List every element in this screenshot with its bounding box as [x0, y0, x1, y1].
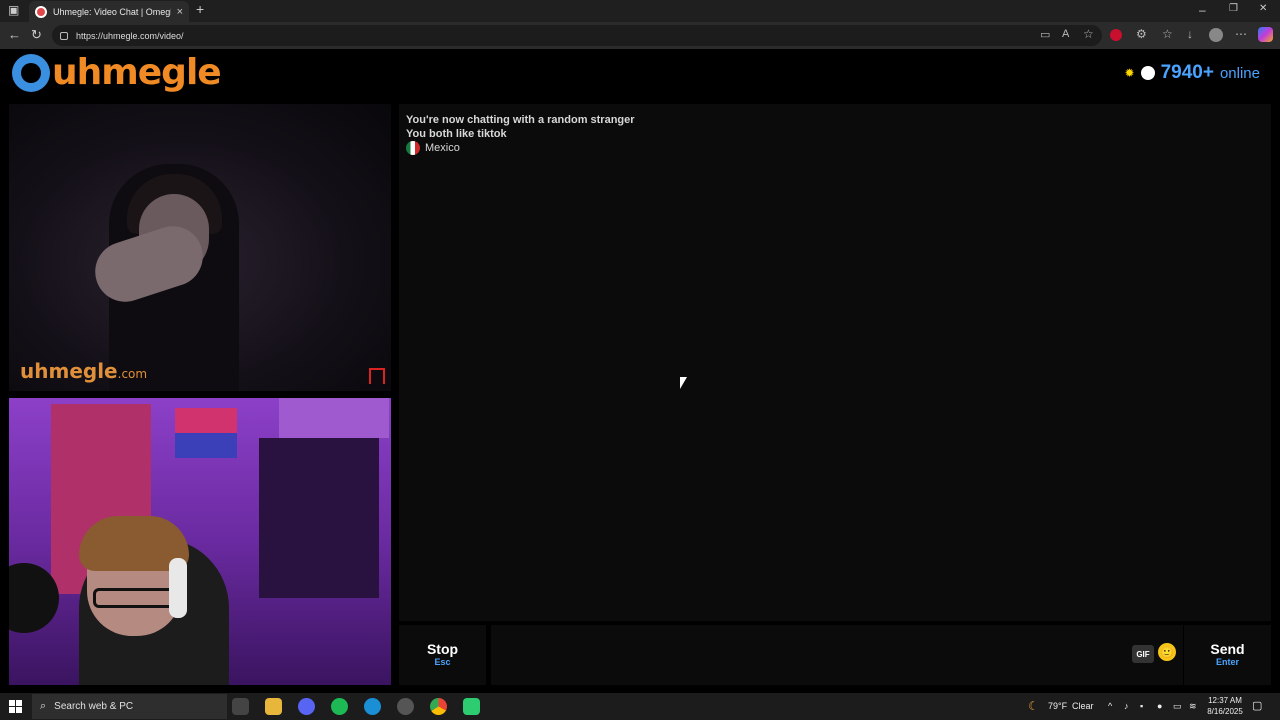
theme-toggle[interactable] [1140, 66, 1155, 80]
stop-button[interactable]: Stop Esc [399, 625, 486, 685]
copilot-icon[interactable] [1258, 27, 1273, 42]
background-poster [175, 408, 237, 458]
clock-date: 8/16/2025 [1207, 707, 1243, 716]
logo-text: uhmegle [52, 52, 222, 93]
file-explorer-icon[interactable] [265, 698, 282, 715]
online-label: online [1219, 64, 1260, 82]
chat-controls: Stop Esc GIF 🙂 Send Enter [399, 625, 1271, 685]
site-logo[interactable]: uhmegle [12, 52, 222, 93]
logo-mark-icon [12, 53, 50, 92]
send-label: Send [1210, 641, 1245, 657]
tab-actions-icon[interactable]: ▣ [8, 3, 19, 17]
report-flag-icon[interactable] [369, 368, 385, 384]
tab-close-icon[interactable]: × [177, 6, 183, 18]
browser-tab-bar: ▣ Uhmegle: Video Chat | Omegle × + – ❐ ✕ [0, 0, 1280, 22]
self-headset [169, 558, 187, 618]
taskbar-clock[interactable]: 12:37 AM 8/16/2025 [1200, 695, 1250, 717]
self-video [9, 398, 391, 685]
background-clothes-rack [259, 438, 379, 598]
browser-tab[interactable]: Uhmegle: Video Chat | Omegle × [29, 1, 189, 22]
downloads-icon[interactable]: ↓ [1187, 27, 1193, 41]
notifications-icon[interactable]: ▢ [1252, 699, 1262, 712]
search-icon: ⌕ [40, 700, 47, 712]
stop-label: Stop [426, 641, 459, 657]
back-icon[interactable]: ← [8, 27, 21, 42]
more-menu-icon[interactable]: ⋯ [1235, 27, 1247, 41]
send-shortcut: Enter [1215, 657, 1239, 667]
country-name: Mexico [425, 142, 460, 154]
refresh-icon[interactable]: ↻ [31, 27, 42, 43]
url-text: https://uhmegle.com/video/ [76, 30, 184, 41]
tray-chevron-icon[interactable]: ^ [1108, 701, 1112, 711]
stranger-country: Mexico [406, 141, 1264, 155]
message-input[interactable] [491, 625, 1183, 685]
chat-log[interactable]: You're now chatting with a random strang… [399, 104, 1271, 621]
app-icon[interactable] [463, 698, 480, 715]
online-count: 7940+ [1160, 62, 1214, 83]
extensions-icon[interactable]: ⚙ [1136, 27, 1147, 41]
gif-button[interactable]: GIF [1132, 645, 1154, 663]
start-button[interactable] [9, 700, 22, 713]
restore-button[interactable]: ❐ [1229, 3, 1238, 14]
spotify-icon[interactable] [331, 698, 348, 715]
address-bar-row: ← ↻ https://uhmegle.com/video/ ▭ A ☆ ⚙ ☆… [0, 22, 1280, 49]
url-field[interactable]: https://uhmegle.com/video/ [52, 25, 1102, 46]
steam-icon[interactable] [397, 698, 414, 715]
moon-icon: ☾ [1028, 699, 1039, 713]
online-indicator: ✹ 7940+ online [1125, 62, 1260, 84]
system-message: You both like tiktok [406, 128, 507, 140]
watermark-suffix: .com [117, 367, 148, 381]
stranger-video: uhmegle.com [9, 104, 391, 391]
read-aloud-icon[interactable]: A [1062, 28, 1069, 40]
volume-icon[interactable]: ♪ [1124, 701, 1129, 711]
self-glasses [93, 588, 175, 608]
background-shelf [279, 398, 389, 438]
mexico-flag-icon [406, 141, 420, 155]
profile-avatar-icon[interactable] [1209, 28, 1223, 42]
weather-temp[interactable]: 79°F [1048, 701, 1067, 711]
mouse-cursor-icon [680, 377, 687, 389]
taskbar-search[interactable]: ⌕ Search web & PC [32, 694, 227, 719]
tray-app-icon[interactable]: ▪ [1140, 701, 1143, 711]
tab-favicon-icon [35, 5, 47, 18]
wifi-icon[interactable]: ≋ [1189, 701, 1197, 712]
media-icon[interactable]: ▭ [1040, 28, 1050, 41]
lock-icon [60, 31, 68, 40]
new-tab-button[interactable]: + [196, 1, 204, 17]
discord-icon[interactable] [298, 698, 315, 715]
favorite-star-icon[interactable]: ☆ [1083, 27, 1094, 41]
display-icon[interactable]: ▭ [1173, 701, 1182, 712]
adblock-icon[interactable] [1110, 29, 1122, 41]
edge-icon[interactable] [364, 698, 381, 715]
video-watermark: uhmegle.com [20, 359, 147, 383]
task-view-icon[interactable] [232, 698, 249, 715]
site-header: uhmegle ✹ 7940+ online [0, 49, 1280, 102]
emoji-button[interactable]: 🙂 [1158, 643, 1176, 661]
minimize-button[interactable]: – [1199, 3, 1206, 17]
clock-time: 12:37 AM [1208, 696, 1242, 705]
weather-desc[interactable]: Clear [1072, 701, 1094, 711]
watermark-main: uhmegle [20, 359, 118, 383]
chrome-icon[interactable] [430, 698, 447, 715]
window-close-button[interactable]: ✕ [1259, 3, 1267, 14]
sun-icon[interactable]: ✹ [1125, 66, 1135, 80]
send-button[interactable]: Send Enter [1184, 625, 1271, 685]
windows-taskbar: ⌕ Search web & PC ☾ 79°F Clear ^ ♪ ▪ ● ▭… [0, 693, 1280, 720]
tab-title: Uhmegle: Video Chat | Omegle [53, 6, 171, 17]
system-message: You're now chatting with a random strang… [406, 114, 635, 126]
taskbar-search-text: Search web & PC [54, 701, 134, 712]
collections-icon[interactable]: ☆ [1162, 27, 1173, 41]
mic-icon[interactable]: ● [1157, 701, 1162, 711]
stop-shortcut: Esc [434, 657, 451, 667]
